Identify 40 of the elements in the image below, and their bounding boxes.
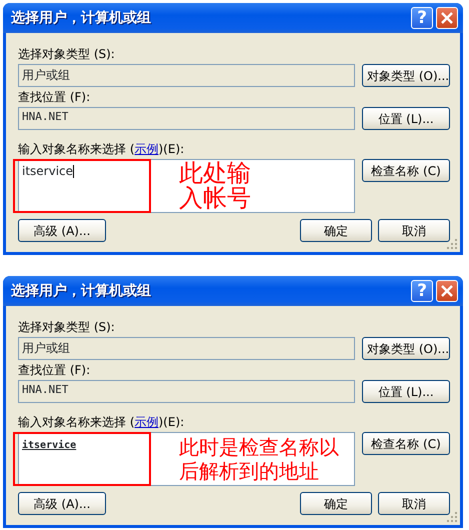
examples-link[interactable]: 示例	[134, 142, 158, 156]
window-title: 选择用户，计算机或组	[11, 8, 152, 28]
close-icon	[441, 12, 453, 24]
field-button[interactable]: 对象类型 (O)...	[362, 337, 450, 360]
field-label: 查找位置 (F):	[18, 90, 92, 104]
close-icon	[441, 285, 453, 297]
resize-grip-icon[interactable]	[447, 512, 458, 523]
read-only-field: 用户或组	[18, 64, 355, 87]
check-names-button[interactable]: 检查名称 (C)	[362, 159, 450, 182]
resize-grip-icon[interactable]	[447, 239, 458, 250]
help-button[interactable]: ?	[411, 7, 433, 29]
resolved-name: itservice	[22, 440, 76, 451]
field-label: 选择对象类型 (S):	[18, 47, 116, 61]
advanced-button[interactable]: 高级 (A)...	[18, 492, 106, 515]
field-label: 查找位置 (F):	[18, 363, 92, 377]
read-only-field: 用户或组	[18, 337, 355, 360]
field-label: )(E):	[158, 142, 184, 156]
window-title: 选择用户，计算机或组	[11, 282, 152, 300]
annotation-text: 此时是检查名称以后解析到的地址	[179, 435, 339, 483]
cancel-button[interactable]: 取消	[378, 219, 450, 242]
field-label: 输入对象名称来选择 (	[18, 415, 134, 429]
help-button[interactable]: ?	[411, 280, 433, 302]
close-button[interactable]	[436, 7, 458, 29]
read-only-field: HNA.NET	[18, 107, 355, 130]
examples-link[interactable]: 示例	[134, 415, 158, 429]
ok-button[interactable]: 确定	[300, 492, 372, 515]
field-button[interactable]: 位置 (L)...	[362, 107, 450, 130]
field-label: )(E):	[158, 415, 184, 429]
close-button[interactable]	[436, 280, 458, 302]
field-label: 输入对象名称来选择 (	[18, 142, 134, 156]
read-only-field: HNA.NET	[18, 380, 355, 403]
annotation-text: 此处输入帐号	[179, 161, 251, 211]
advanced-button[interactable]: 高级 (A)...	[18, 219, 106, 242]
field-button[interactable]: 对象类型 (O)...	[362, 64, 450, 87]
field-button[interactable]: 位置 (L)...	[362, 380, 450, 403]
check-names-button[interactable]: 检查名称 (C)	[362, 432, 450, 455]
cancel-button[interactable]: 取消	[378, 492, 450, 515]
ok-button[interactable]: 确定	[300, 219, 372, 242]
field-label: 选择对象类型 (S):	[18, 320, 116, 334]
typed-name: itservice	[22, 164, 74, 178]
